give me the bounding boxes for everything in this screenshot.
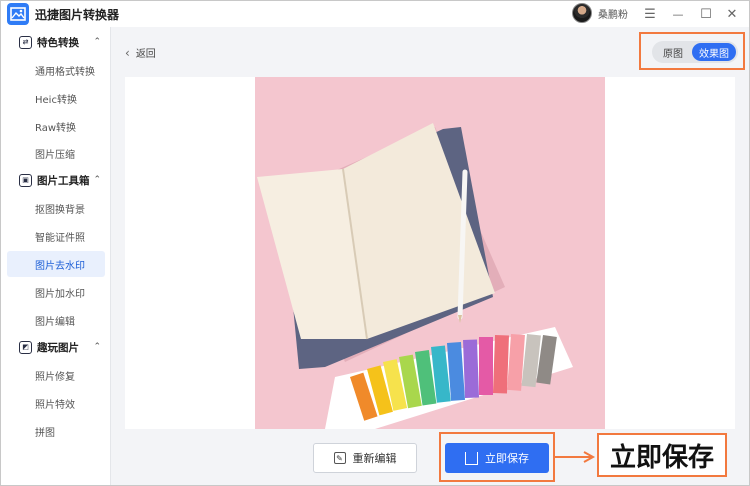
close-button[interactable]: ✕ [721,4,743,24]
menu-icon[interactable]: ☰ [639,4,661,24]
sidebar-item-photo-repair[interactable]: 照片修复 [7,362,105,388]
section-label: 特色转换 [37,36,79,49]
chevron-up-icon: ⌃ [93,342,101,352]
sidebar-item-photo-effects[interactable]: 照片特效 [7,390,105,416]
sidebar-item-raw[interactable]: Raw转换 [7,113,105,139]
sidebar-section-toolbox[interactable]: ▣ 图片工具箱 ⌃ [1,167,111,193]
user-name: 桑鹏粉 [598,9,628,21]
back-button[interactable]: ‹ 返回 [125,45,156,61]
toggle-effect[interactable]: 效果图 [692,43,736,61]
sidebar-item-format-convert[interactable]: 通用格式转换 [7,57,105,83]
sidebar-item-add-watermark[interactable]: 图片加水印 [7,279,105,305]
fun-image-icon: ◩ [19,340,32,354]
save-label: 立即保存 [485,452,529,465]
download-icon [465,451,478,465]
convert-icon: ⇄ [19,35,32,49]
title-bar: 迅捷图片转换器 桑鹏粉 ☰ — ☐ ✕ [1,1,749,27]
chevron-left-icon: ‹ [125,45,130,60]
toolbox-icon: ▣ [19,173,32,187]
sidebar-item-id-photo[interactable]: 智能证件照 [7,223,105,249]
re-edit-button[interactable]: ✎ 重新编辑 [313,443,417,473]
app-logo-icon [7,3,29,25]
preview-image [255,77,605,429]
sidebar-item-cutout[interactable]: 抠图换背景 [7,195,105,221]
edit-icon: ✎ [333,452,346,464]
user-profile[interactable]: 桑鹏粉 [572,3,628,23]
sidebar-section-fun[interactable]: ◩ 趣玩图片 ⌃ [1,334,111,360]
main-panel: ‹ 返回 原图 效果图 ✎ 重新编辑 立即保存 [111,27,749,485]
chevron-up-icon: ⌃ [93,175,101,185]
save-callout: 立即保存 [597,433,727,477]
save-button[interactable]: 立即保存 [445,443,549,473]
sidebar-item-edit[interactable]: 图片编辑 [7,307,105,333]
minimize-button[interactable]: — [667,4,689,24]
sidebar-item-compress[interactable]: 图片压缩 [7,140,105,166]
app-title: 迅捷图片转换器 [35,7,120,22]
re-edit-label: 重新编辑 [352,452,397,465]
section-label: 图片工具箱 [37,174,90,187]
sidebar: ⇄ 特色转换 ⌃ 通用格式转换 Heic转换 Raw转换 图片压缩 ▣ 图片工具… [1,27,111,485]
arrow-right-icon [553,451,596,463]
sidebar-section-convert[interactable]: ⇄ 特色转换 ⌃ [1,29,111,55]
avatar[interactable] [572,3,592,23]
section-label: 趣玩图片 [37,341,79,354]
back-label: 返回 [135,49,156,60]
toggle-original[interactable]: 原图 [654,43,692,61]
sidebar-item-remove-watermark[interactable]: 图片去水印 [7,251,105,277]
preview-canvas [125,77,735,429]
chevron-up-icon: ⌃ [93,37,101,47]
sidebar-item-heic[interactable]: Heic转换 [7,85,105,111]
view-toggle[interactable]: 原图 效果图 [652,41,738,63]
sidebar-item-collage[interactable]: 拼图 [7,418,105,444]
maximize-button[interactable]: ☐ [695,4,717,24]
